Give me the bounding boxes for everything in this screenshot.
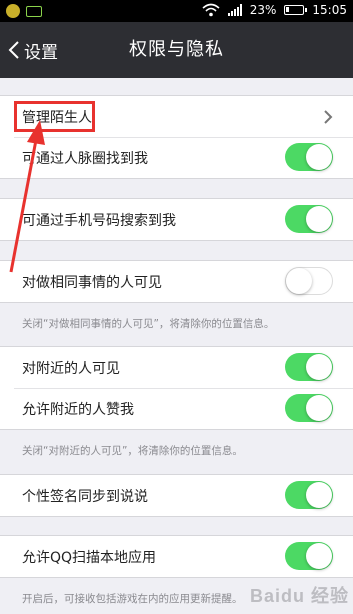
signature-sync-row: 个性签名同步到说说 — [0, 475, 353, 516]
nearby-likes-toggle[interactable] — [285, 394, 333, 422]
chevron-right-icon — [324, 110, 333, 124]
find-by-phone-row: 可通过手机号码搜索到我 — [0, 199, 353, 240]
find-by-phone-toggle[interactable] — [285, 205, 333, 233]
same-things-note: 关闭“对做相同事情的人可见”，将清除你的位置信息。 — [22, 318, 275, 330]
signature-sync-label: 个性签名同步到说说 — [22, 488, 148, 505]
visible-same-things-toggle[interactable] — [285, 267, 333, 295]
nearby-likes-row: 允许附近的人赞我 — [0, 388, 353, 429]
sd-card-icon — [26, 5, 42, 17]
find-by-phone-label: 可通过手机号码搜索到我 — [22, 212, 176, 229]
visible-nearby-label: 对附近的人可见 — [22, 360, 120, 377]
nearby-likes-label: 允许附近的人赞我 — [22, 401, 134, 418]
app-icon — [6, 4, 20, 18]
find-by-contacts-label: 可通过人脉圈找到我 — [22, 150, 148, 167]
annotation-arrow — [9, 120, 45, 273]
qq-scan-apps-toggle[interactable] — [285, 542, 333, 570]
find-by-contacts-toggle[interactable] — [285, 143, 333, 171]
visible-same-things-row: 对做相同事情的人可见 — [0, 261, 353, 302]
clock: 15:05 — [312, 3, 347, 17]
wifi-icon — [202, 3, 220, 17]
signal-icon — [227, 4, 242, 16]
visible-same-things-label: 对做相同事情的人可见 — [22, 274, 162, 291]
visible-nearby-toggle[interactable] — [285, 353, 333, 381]
settings-group-3: 对做相同事情的人可见 — [0, 260, 353, 303]
find-by-contacts-row: 可通过人脉圈找到我 — [0, 137, 353, 178]
signature-sync-toggle[interactable] — [285, 481, 333, 509]
qq-scan-apps-label: 允许QQ扫描本地应用 — [22, 549, 157, 566]
battery-icon — [284, 5, 308, 15]
page-title: 权限与隐私 — [129, 39, 224, 60]
settings-group-6: 允许QQ扫描本地应用 — [0, 535, 353, 578]
qq-scan-apps-row: 允许QQ扫描本地应用 — [0, 536, 353, 577]
nav-bar: 设置 权限与隐私 — [0, 22, 353, 78]
visible-nearby-row: 对附近的人可见 — [0, 347, 353, 388]
settings-group-4: 对附近的人可见 允许附近的人赞我 — [0, 346, 353, 430]
annotation-highlight-box — [14, 101, 95, 132]
nearby-note: 关闭“对附近的人可见”，将清除你的位置信息。 — [22, 445, 243, 457]
settings-group-2: 可通过手机号码搜索到我 — [0, 198, 353, 241]
watermark: Baidu 经验 — [249, 586, 349, 606]
battery-percent: 23% — [249, 3, 277, 17]
status-bar: 23% 15:05 — [0, 0, 353, 22]
settings-group-5: 个性签名同步到说说 — [0, 474, 353, 517]
